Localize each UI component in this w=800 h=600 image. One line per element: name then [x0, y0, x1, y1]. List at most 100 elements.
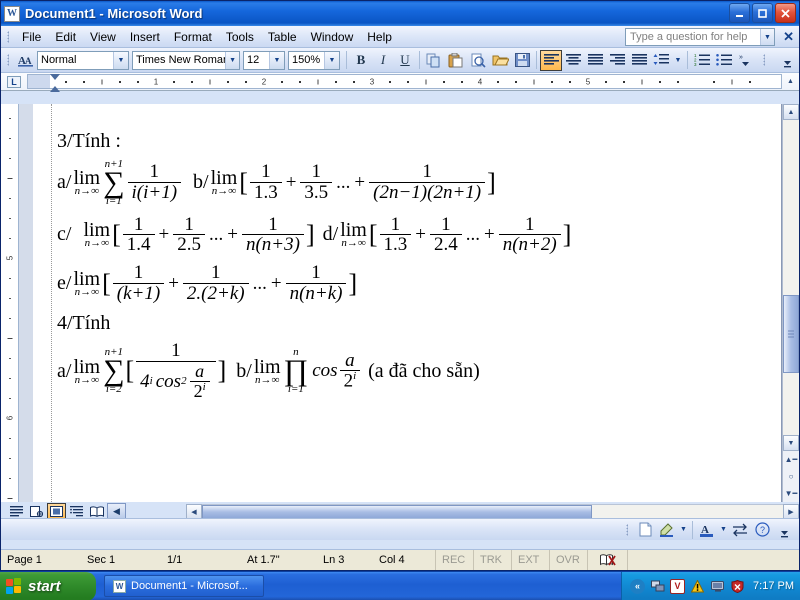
status-ovr[interactable]: OVR: [549, 550, 587, 570]
highlighter-icon[interactable]: [656, 520, 678, 539]
drawbar-options-button[interactable]: [773, 520, 795, 539]
scroll-up-top-button[interactable]: ▲: [782, 73, 799, 90]
drawbar-grip[interactable]: [623, 521, 632, 539]
style-dropdown-arrow[interactable]: ▼: [113, 51, 128, 69]
vertical-ruler[interactable]: 5 6: [1, 104, 19, 502]
maximize-button[interactable]: [752, 3, 773, 23]
display-icon[interactable]: [710, 579, 725, 594]
spelling-check-icon[interactable]: [587, 550, 627, 570]
zoom-dropdown-arrow[interactable]: ▼: [324, 51, 339, 69]
taskbar-item-word[interactable]: W Document1 - Microsof...: [104, 575, 264, 597]
tab-stop-selector[interactable]: L: [1, 73, 27, 90]
network-icon[interactable]: [650, 579, 665, 594]
two-exponent: i: [353, 370, 357, 383]
menu-table[interactable]: Table: [261, 28, 304, 46]
fontsize-dropdown-arrow[interactable]: ▼: [269, 51, 284, 69]
line-3-tinh: 3/Tính :: [57, 130, 773, 153]
folder-open-icon[interactable]: [489, 50, 511, 71]
horizontal-ruler[interactable]: L 1 2 3 4 5 ▲: [1, 73, 799, 92]
minimize-button[interactable]: [729, 3, 750, 23]
fraction-b4: a 2i: [339, 350, 361, 392]
vertical-scrollbar[interactable]: ▲ ▼ ▲━ ○ ▼━: [782, 104, 799, 502]
status-ext[interactable]: EXT: [511, 550, 549, 570]
line-spacing-dropdown-arrow[interactable]: ▼: [672, 50, 684, 71]
first-line-indent-marker[interactable]: [50, 74, 60, 80]
warning-icon[interactable]: [690, 579, 705, 594]
lim-operator-b4: lim n→∞: [254, 357, 281, 386]
arrows-icon[interactable]: [729, 520, 751, 539]
menu-format[interactable]: Format: [167, 28, 219, 46]
font-combo[interactable]: Times New Roman ▼: [132, 50, 240, 70]
left-indent-marker[interactable]: [50, 86, 60, 92]
align-right-icon[interactable]: [606, 50, 628, 71]
menu-edit[interactable]: Edit: [48, 28, 83, 46]
lim-subscript: n→∞: [74, 185, 99, 198]
menu-file[interactable]: File: [15, 28, 48, 46]
hscroll-thumb[interactable]: [202, 504, 592, 519]
floppy-save-icon[interactable]: [511, 50, 533, 71]
toolbar-overflow-button[interactable]: »: [735, 50, 757, 71]
menu-tools[interactable]: Tools: [219, 28, 261, 46]
align-justify-icon[interactable]: [584, 50, 606, 71]
numerator: 1: [184, 213, 194, 235]
bulleted-list-icon[interactable]: [713, 50, 735, 71]
style-combo[interactable]: Normal ▼: [37, 50, 129, 70]
menu-window[interactable]: Window: [304, 28, 361, 46]
document-page[interactable]: 3/Tính : a/ lim n→∞ n+1 ∑ i=1 1 i(i+1) b…: [33, 104, 781, 502]
zoom-combo[interactable]: 150% ▼: [288, 50, 340, 70]
menu-close-icon[interactable]: ✕: [783, 29, 794, 45]
numbered-list-icon[interactable]: 123: [691, 50, 713, 71]
font-color-dropdown-arrow[interactable]: ▼: [718, 520, 729, 539]
four-base: 4: [140, 370, 150, 392]
menu-grip[interactable]: [4, 28, 13, 46]
next-page-button[interactable]: ▼━: [783, 485, 799, 502]
scroll-up-button[interactable]: ▲: [783, 104, 799, 120]
close-button[interactable]: [775, 3, 796, 23]
v-app-icon[interactable]: V: [670, 578, 686, 594]
show-hidden-icons-button[interactable]: «: [630, 578, 646, 594]
toolbar-separator-3: [536, 51, 537, 69]
ruler-track[interactable]: 1 2 3 4 5: [27, 74, 782, 92]
underline-button[interactable]: U: [394, 50, 416, 71]
sigma-lower: i=1: [105, 194, 122, 207]
align-left-icon[interactable]: [540, 49, 562, 71]
help-question-input[interactable]: Type a question for help ▼: [625, 28, 775, 46]
previous-page-button[interactable]: ▲━: [783, 451, 799, 468]
fontsize-combo[interactable]: 12 ▼: [243, 50, 285, 70]
status-rec[interactable]: REC: [435, 550, 473, 570]
line-spacing-icon[interactable]: [650, 50, 672, 71]
status-page: Page 1: [7, 554, 42, 566]
page-icon[interactable]: [634, 520, 656, 539]
paste-icon[interactable]: [445, 50, 467, 71]
highlight-dropdown-arrow[interactable]: ▼: [678, 520, 689, 539]
menu-view[interactable]: View: [83, 28, 123, 46]
menu-insert[interactable]: Insert: [123, 28, 167, 46]
left-bracket: [: [112, 219, 121, 249]
menu-help[interactable]: Help: [360, 28, 399, 46]
document-content[interactable]: 3/Tính : a/ lim n→∞ n+1 ∑ i=1 1 i(i+1) b…: [57, 130, 773, 405]
security-alert-icon[interactable]: [730, 579, 745, 594]
scroll-down-button[interactable]: ▼: [783, 435, 799, 451]
italic-button[interactable]: I: [372, 50, 394, 71]
font-dropdown-arrow[interactable]: ▼: [225, 51, 239, 69]
toolbar-grip-2[interactable]: [760, 51, 769, 69]
start-button[interactable]: start: [0, 571, 96, 600]
font-color-icon[interactable]: A: [696, 520, 718, 539]
question-mark-icon[interactable]: ?: [751, 520, 773, 539]
vscroll-thumb[interactable]: [783, 295, 799, 373]
taskbar-clock[interactable]: 7:17 PM: [753, 580, 794, 592]
select-browse-object-button[interactable]: ○: [783, 468, 799, 485]
bold-button[interactable]: B: [350, 50, 372, 71]
distribute-icon[interactable]: [628, 50, 650, 71]
label-a: a/: [57, 359, 72, 382]
ruler-tick-3: 3: [369, 77, 375, 86]
align-center-icon[interactable]: [562, 50, 584, 71]
toolbar-options-button[interactable]: [777, 50, 799, 71]
toolbar-grip[interactable]: [4, 51, 13, 69]
styles-formatting-icon[interactable]: A A: [15, 50, 37, 71]
chevron-down-icon[interactable]: ▼: [760, 29, 774, 45]
copy-icon[interactable]: [423, 50, 445, 71]
vscroll-track[interactable]: [783, 120, 799, 435]
print-preview-icon[interactable]: [467, 50, 489, 71]
status-trk[interactable]: TRK: [473, 550, 511, 570]
